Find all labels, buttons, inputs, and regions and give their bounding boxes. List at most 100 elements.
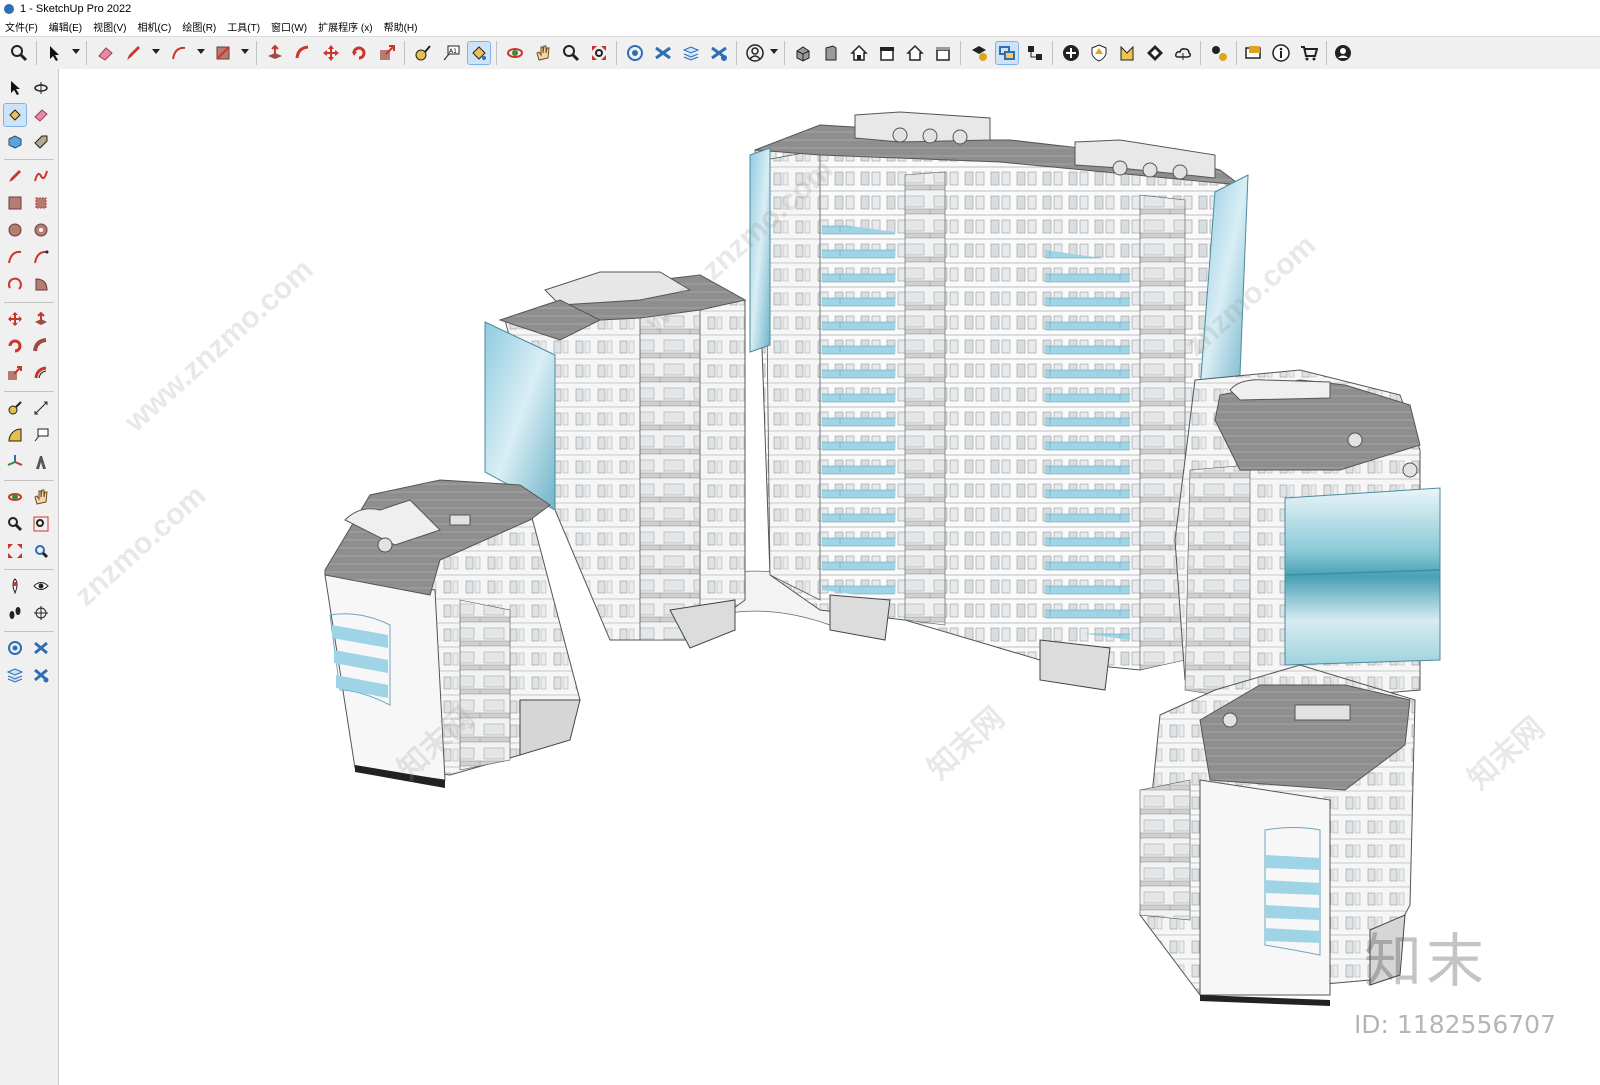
dimension-icon[interactable] xyxy=(30,397,52,419)
rotated-rectangle-icon[interactable] xyxy=(30,192,52,214)
axes-icon[interactable] xyxy=(4,451,26,473)
zoom-window-icon[interactable] xyxy=(560,42,582,64)
rotate-icon[interactable] xyxy=(348,42,370,64)
message-icon[interactable] xyxy=(1242,42,1264,64)
menu-window[interactable]: 窗口(W) xyxy=(266,19,313,34)
pan-icon[interactable] xyxy=(30,486,52,508)
pie-icon[interactable] xyxy=(30,273,52,295)
move-icon[interactable] xyxy=(320,42,342,64)
arc-icon[interactable] xyxy=(4,246,26,268)
position-camera-icon[interactable] xyxy=(4,575,26,597)
svg-text:A1: A1 xyxy=(449,48,457,55)
scale-icon[interactable] xyxy=(4,362,26,384)
paint-bucket-icon[interactable] xyxy=(467,41,491,65)
outliner-icon[interactable] xyxy=(1024,42,1046,64)
push-pull-icon[interactable] xyxy=(264,42,286,64)
text-icon[interactable] xyxy=(30,424,52,446)
menu-file[interactable]: 文件(F) xyxy=(0,19,44,34)
paint-bucket-icon[interactable] xyxy=(3,103,27,127)
section-display-icon[interactable] xyxy=(4,637,26,659)
tape-measure-icon[interactable] xyxy=(4,397,26,419)
orbit-icon[interactable] xyxy=(30,77,52,99)
tape-measure-icon[interactable] xyxy=(412,42,434,64)
account-icon[interactable] xyxy=(744,42,766,64)
component-icon[interactable] xyxy=(995,41,1019,65)
user-icon[interactable] xyxy=(1332,42,1354,64)
section-cut-icon[interactable] xyxy=(652,42,674,64)
chevron-down-icon[interactable] xyxy=(72,49,80,54)
sandbox-icon[interactable] xyxy=(1144,42,1166,64)
pan-icon[interactable] xyxy=(532,42,554,64)
pencil-icon[interactable] xyxy=(122,42,144,64)
orbit-icon[interactable] xyxy=(504,42,526,64)
top-view-icon[interactable] xyxy=(848,42,870,64)
look-around-icon[interactable] xyxy=(30,575,52,597)
chevron-down-icon[interactable] xyxy=(152,49,160,54)
right-view-icon[interactable] xyxy=(876,42,898,64)
zoom-extents-icon[interactable] xyxy=(588,42,610,64)
orbit-icon[interactable] xyxy=(4,486,26,508)
arc-icon[interactable] xyxy=(168,42,190,64)
extension-icon[interactable] xyxy=(1208,42,1230,64)
section-fill-icon[interactable] xyxy=(4,664,26,686)
menu-edit[interactable]: 编辑(E) xyxy=(44,19,88,34)
rectangle-icon[interactable] xyxy=(4,192,26,214)
menu-help[interactable]: 帮助(H) xyxy=(379,19,424,34)
cloud-icon[interactable] xyxy=(1172,42,1194,64)
previous-view-icon[interactable] xyxy=(30,540,52,562)
zoom-icon[interactable] xyxy=(8,42,30,64)
three-point-arc-icon[interactable] xyxy=(4,273,26,295)
text-icon[interactable]: A1 xyxy=(440,42,462,64)
protractor-icon[interactable] xyxy=(4,424,26,446)
push-pull-icon[interactable] xyxy=(30,308,52,330)
move-icon[interactable] xyxy=(4,308,26,330)
select-icon[interactable] xyxy=(4,77,26,99)
menu-draw[interactable]: 绘图(R) xyxy=(177,19,222,34)
menu-extensions[interactable]: 扩展程序 (x) xyxy=(313,19,378,34)
eraser-icon[interactable] xyxy=(30,104,52,126)
style-icon[interactable] xyxy=(1116,42,1138,64)
rectangle-icon[interactable] xyxy=(212,42,234,64)
left-view-icon[interactable] xyxy=(932,42,954,64)
eraser-icon[interactable] xyxy=(94,42,116,64)
3d-text-icon[interactable] xyxy=(30,451,52,473)
tag-icon[interactable] xyxy=(30,131,52,153)
section-toggle-icon[interactable] xyxy=(30,664,52,686)
zoom-extents-icon[interactable] xyxy=(4,540,26,562)
section-plane-icon[interactable] xyxy=(30,602,52,624)
iso-view-icon[interactable] xyxy=(792,42,814,64)
back-view-icon[interactable] xyxy=(904,42,926,64)
walk-icon[interactable] xyxy=(4,602,26,624)
warehouse-icon[interactable] xyxy=(968,42,990,64)
chevron-down-icon[interactable] xyxy=(241,49,249,54)
follow-me-icon[interactable] xyxy=(30,335,52,357)
scale-icon[interactable] xyxy=(376,42,398,64)
component-icon[interactable] xyxy=(4,131,26,153)
chevron-down-icon[interactable] xyxy=(197,49,205,54)
two-point-arc-icon[interactable] xyxy=(30,246,52,268)
circle-icon[interactable] xyxy=(4,219,26,241)
menu-tools[interactable]: 工具(T) xyxy=(222,19,266,34)
menu-view[interactable]: 视图(V) xyxy=(88,19,132,34)
info-icon[interactable] xyxy=(1270,42,1292,64)
section-plane-icon[interactable] xyxy=(624,42,646,64)
rotate-icon[interactable] xyxy=(4,335,26,357)
add-location-icon[interactable] xyxy=(1060,42,1082,64)
select-icon[interactable] xyxy=(44,42,66,64)
polygon-icon[interactable] xyxy=(30,219,52,241)
section-fill-icon[interactable] xyxy=(680,42,702,64)
follow-me-icon[interactable] xyxy=(292,42,314,64)
menu-camera[interactable]: 相机(C) xyxy=(132,19,177,34)
chevron-down-icon[interactable] xyxy=(770,49,778,54)
zoom-icon[interactable] xyxy=(4,513,26,535)
section-cut-icon[interactable] xyxy=(30,637,52,659)
section-display-icon[interactable] xyxy=(708,42,730,64)
shadow-icon[interactable] xyxy=(1088,42,1110,64)
zoom-window-icon[interactable] xyxy=(30,513,52,535)
freehand-icon[interactable] xyxy=(30,165,52,187)
cart-icon[interactable] xyxy=(1298,42,1320,64)
front-view-icon[interactable] xyxy=(820,42,842,64)
window-title: 1 - SketchUp Pro 2022 xyxy=(20,2,132,15)
offset-icon[interactable] xyxy=(30,362,52,384)
line-icon[interactable] xyxy=(4,165,26,187)
